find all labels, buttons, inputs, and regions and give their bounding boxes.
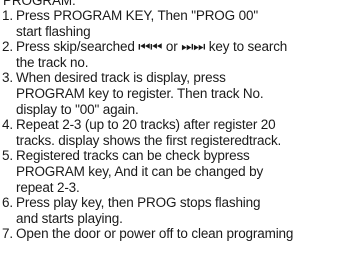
section-heading: PROGRAM: — [3, 0, 76, 8]
step-7: 7. Open the door or power off to clean p… — [2, 226, 362, 242]
step-text-line: Repeat 2-3 (up to 20 tracks) after regis… — [16, 117, 276, 133]
step-2: 2. Press skip/searched ⏮⏮ or ⏭⏭ key to s… — [2, 39, 362, 70]
program-steps-list: 1. Press PROGRAM KEY, Then "PROG 00" sta… — [2, 8, 362, 242]
step-number: 3. — [2, 70, 13, 86]
step-number: 6. — [2, 195, 13, 211]
step-text-line: When desired track is display, press — [16, 70, 226, 86]
step-5: 5. Registered tracks can be check bypres… — [2, 148, 362, 195]
step-text-line: display to "00" again. — [16, 101, 139, 117]
step-number: 2. — [2, 39, 13, 55]
step-3: 3. When desired track is display, press … — [2, 70, 362, 117]
step-number: 5. — [2, 148, 13, 164]
step-number: 7. — [2, 226, 13, 242]
step-text-line: Press skip/searched ⏮⏮ or ⏭⏭ key to sear… — [16, 39, 288, 55]
step-4: 4. Repeat 2-3 (up to 20 tracks) after re… — [2, 117, 362, 148]
step-text-line: repeat 2-3. — [16, 179, 80, 195]
step-number: 4. — [2, 117, 13, 133]
step-text-line: Open the door or power off to clean prog… — [16, 226, 294, 242]
step-number: 1. — [2, 8, 13, 23]
step-text-line: Press PROGRAM KEY, Then "PROG 00" — [16, 8, 258, 23]
step-6: 6. Press play key, then PROG stops flash… — [2, 195, 362, 226]
instruction-page: PROGRAM: 1. Press PROGRAM KEY, Then "PRO… — [0, 0, 362, 271]
step-text-line: the track no. — [16, 54, 89, 70]
step-text-line: Press play key, then PROG stops flashing — [16, 195, 261, 211]
step-text-line: and starts playing. — [16, 210, 123, 226]
step-1: 1. Press PROGRAM KEY, Then "PROG 00" sta… — [2, 8, 362, 39]
step-text-line: PROGRAM key, And it can be changed by — [16, 163, 264, 179]
step-text-line: start flashing — [16, 23, 91, 39]
step-text-line: PROGRAM key to register. Then track No. — [16, 85, 264, 101]
step-text-line: tracks. display shows the first register… — [16, 132, 282, 148]
step-text-line: Registered tracks can be check bypress — [16, 148, 250, 164]
